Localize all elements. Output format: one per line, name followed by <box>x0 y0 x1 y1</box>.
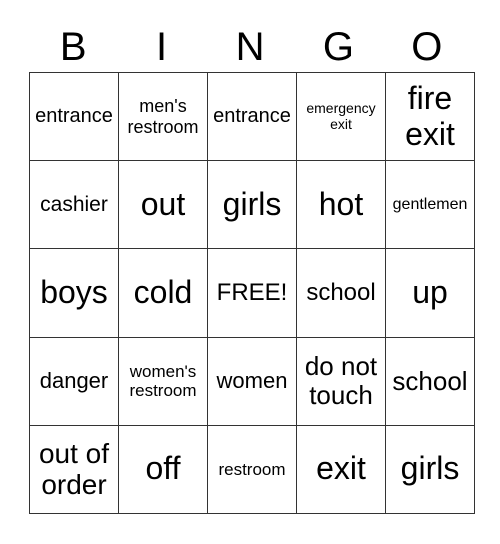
bingo-cell: emergency exit <box>296 71 386 162</box>
bingo-cell: cold <box>118 248 208 338</box>
bingo-cell: women <box>207 336 297 426</box>
bingo-cell: men's restroom <box>118 71 208 162</box>
bingo-cell: boys <box>29 248 119 338</box>
bingo-cell: fire exit <box>385 71 475 162</box>
bingo-cell: women's restroom <box>118 336 208 426</box>
free-space-cell: FREE! <box>207 248 297 338</box>
bingo-cell: school <box>385 336 475 426</box>
bingo-cell: girls <box>385 424 475 515</box>
bingo-cell: gentlemen <box>385 160 475 250</box>
bingo-cell: exit <box>296 424 386 515</box>
bingo-cell: do not touch <box>296 336 386 426</box>
bingo-cell: entrance <box>207 71 297 162</box>
bingo-cell: school <box>296 248 386 338</box>
bingo-cell: girls <box>207 160 297 250</box>
bingo-cell: cashier <box>29 160 119 250</box>
bingo-cell: danger <box>29 336 119 426</box>
grid-row: entrance men's restroom entrance emergen… <box>29 71 475 162</box>
bingo-cell: off <box>118 424 208 515</box>
header-letter-b: B <box>59 25 87 69</box>
header-letter-n: N <box>235 25 265 69</box>
bingo-cell: up <box>385 248 475 338</box>
grid-row: cashier out girls hot gentlemen <box>29 160 475 250</box>
header-letter-g: G <box>322 25 354 69</box>
bingo-cell: out of order <box>29 424 119 515</box>
bingo-cell: restroom <box>207 424 297 515</box>
bingo-cell: hot <box>296 160 386 250</box>
grid-row: out of order off restroom exit girls <box>29 424 475 515</box>
bingo-cell: out <box>118 160 208 250</box>
header-letter-i: I <box>156 25 168 69</box>
grid-row: boys cold FREE! school up <box>29 248 475 338</box>
bingo-header: B I N G O <box>29 22 471 72</box>
grid-row: danger women's restroom women do not tou… <box>29 336 475 426</box>
header-letter-o: O <box>411 25 443 69</box>
bingo-cell: entrance <box>29 71 119 162</box>
bingo-card-grid: entrance men's restroom entrance emergen… <box>29 71 475 515</box>
